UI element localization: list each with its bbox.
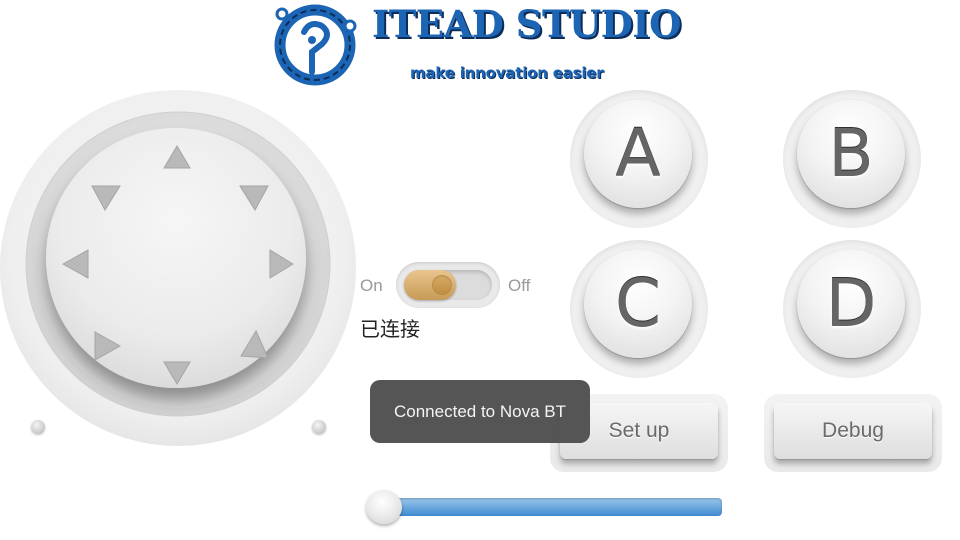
arrow-down-right-icon bbox=[240, 329, 269, 359]
toggle-off-label: Off bbox=[508, 276, 531, 295]
value-slider[interactable] bbox=[366, 490, 722, 524]
brand-logo: ITEAD STUDIO make innovation easier bbox=[270, 0, 700, 92]
slider-track[interactable] bbox=[370, 498, 722, 516]
button-c-label: C bbox=[614, 265, 662, 342]
button-b-label: B bbox=[828, 115, 874, 192]
debug-button[interactable]: Debug bbox=[764, 394, 942, 472]
connection-status-text: 已连接 bbox=[360, 317, 420, 341]
debug-button-face[interactable]: Debug bbox=[774, 403, 932, 459]
arrow-up-right-icon bbox=[239, 185, 269, 211]
button-c[interactable]: C bbox=[570, 240, 708, 378]
arrow-left-icon bbox=[61, 249, 89, 279]
button-c-face[interactable]: C bbox=[584, 250, 692, 358]
button-d-face[interactable]: D bbox=[797, 250, 905, 358]
arrow-up-left-icon bbox=[91, 185, 121, 211]
arrow-up-icon bbox=[163, 145, 191, 169]
decorative-screw-left bbox=[31, 420, 45, 434]
logo-tagline: make innovation easier bbox=[410, 64, 604, 82]
setup-button-label: Set up bbox=[608, 419, 670, 442]
toggle-inner bbox=[404, 270, 492, 300]
connection-toast: Connected to Nova BT bbox=[370, 380, 590, 443]
itead-logo-icon bbox=[274, 4, 357, 86]
arrow-down-left-icon bbox=[94, 331, 122, 361]
logo-title: ITEAD STUDIO bbox=[372, 2, 681, 46]
button-d-label: D bbox=[825, 265, 877, 342]
button-a-label: A bbox=[615, 115, 661, 192]
toast-message: Connected to Nova BT bbox=[394, 401, 566, 421]
dpad-joystick[interactable] bbox=[0, 88, 360, 448]
arrow-down-icon bbox=[163, 361, 191, 385]
button-b-face[interactable]: B bbox=[797, 100, 905, 208]
arrow-right-icon bbox=[269, 249, 294, 279]
debug-button-label: Debug bbox=[822, 419, 884, 442]
toggle-on-label: On bbox=[360, 276, 383, 295]
button-d[interactable]: D bbox=[783, 240, 921, 378]
dpad-arrows bbox=[61, 145, 294, 385]
toggle-grip bbox=[432, 275, 452, 295]
slider-thumb[interactable] bbox=[366, 490, 402, 524]
button-a[interactable]: A bbox=[570, 90, 708, 228]
connection-toggle[interactable]: On Off bbox=[358, 262, 548, 308]
button-a-face[interactable]: A bbox=[584, 100, 692, 208]
button-b[interactable]: B bbox=[783, 90, 921, 228]
toggle-knob[interactable] bbox=[404, 270, 456, 300]
decorative-screw-right bbox=[312, 420, 326, 434]
toggle-track[interactable] bbox=[396, 262, 500, 308]
